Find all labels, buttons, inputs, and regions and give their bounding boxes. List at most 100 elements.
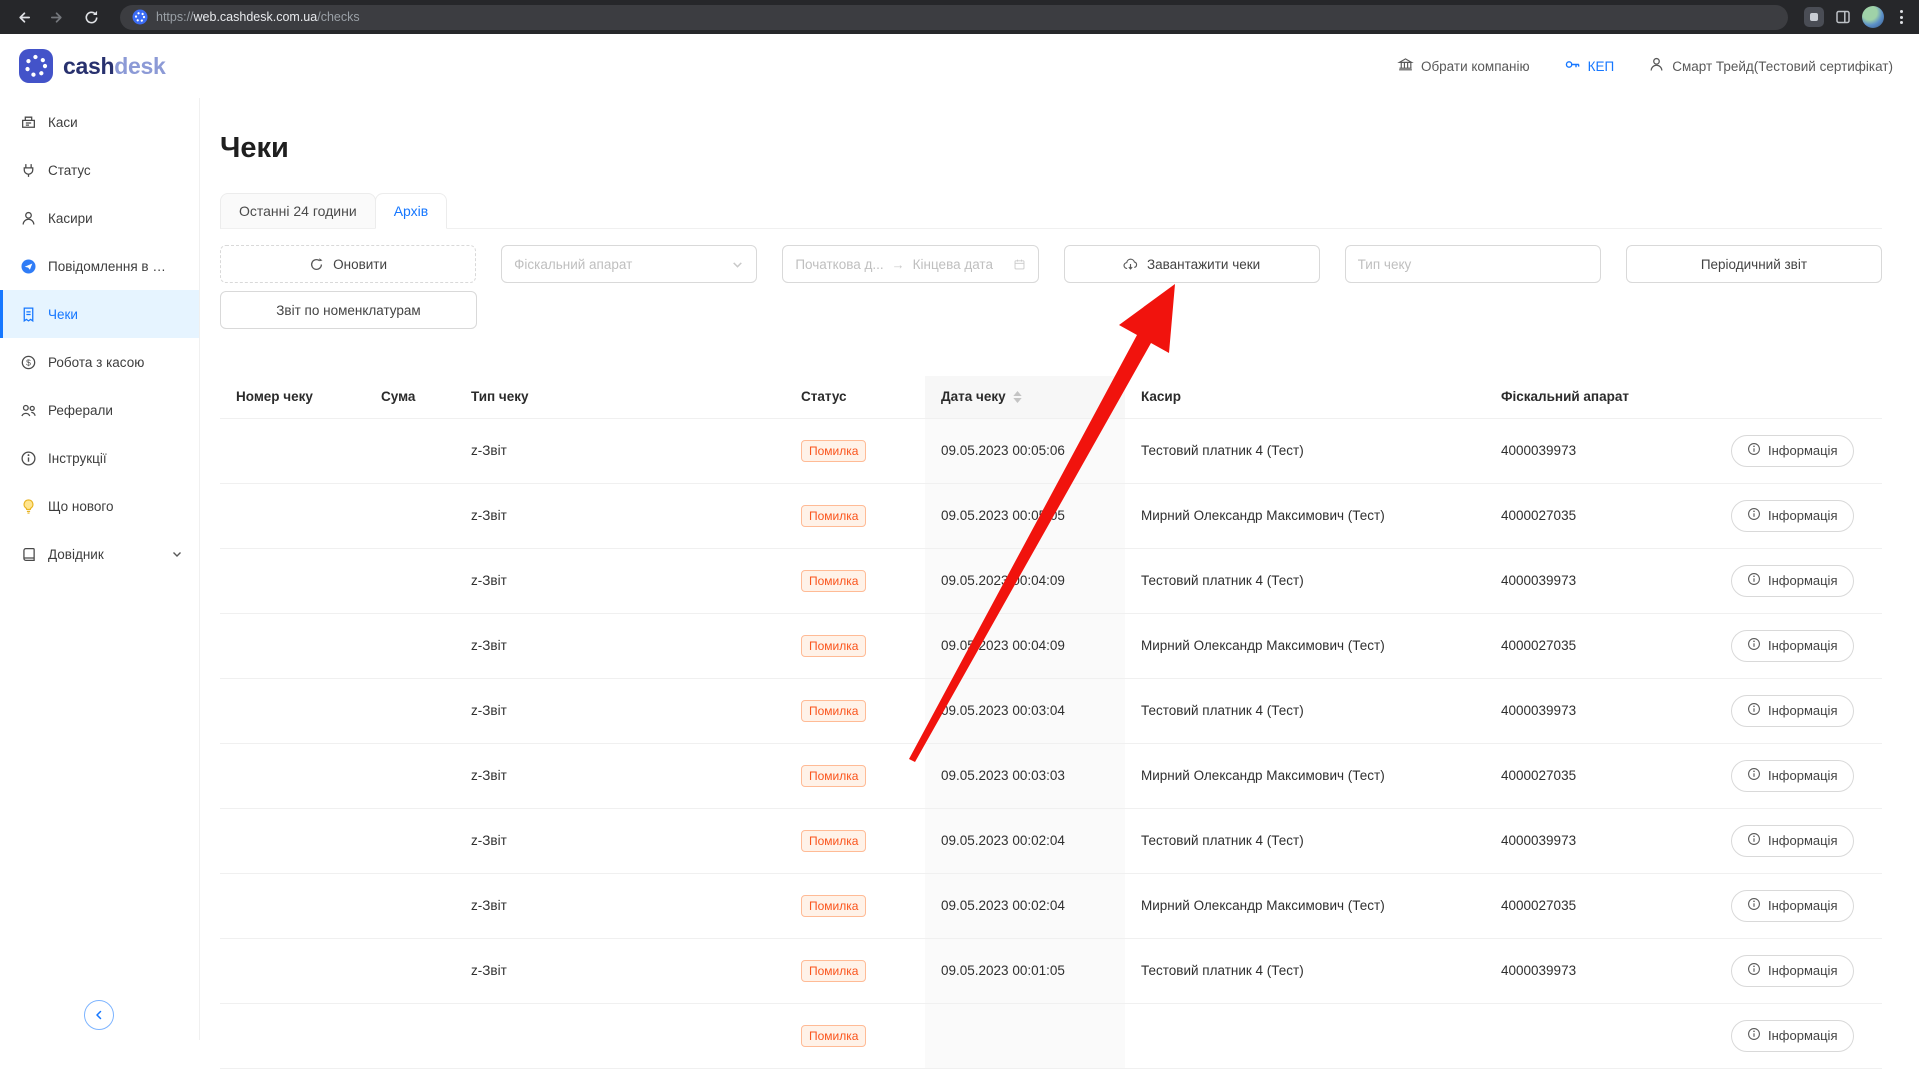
extension-icon[interactable] — [1804, 7, 1824, 27]
tab-0[interactable]: Останні 24 години — [220, 193, 376, 229]
info-button[interactable]: Інформація — [1731, 1020, 1854, 1052]
sidebar-collapse-button[interactable] — [84, 1000, 114, 1030]
cell-check-number — [220, 613, 365, 678]
url-bar[interactable]: https://web.cashdesk.com.ua/checks — [120, 5, 1788, 30]
info-icon — [1747, 442, 1761, 459]
reload-button[interactable] — [78, 4, 104, 30]
sidebar-item-4[interactable]: Чеки — [0, 290, 199, 338]
sidebar-item-6[interactable]: Реферали — [0, 386, 199, 434]
sidebar-item-8[interactable]: Що нового — [0, 482, 199, 530]
table-row: z-ЗвітПомилка09.05.2023 00:03:04Тестовий… — [220, 678, 1882, 743]
cell-sum — [365, 808, 455, 873]
cell-check-type: z-Звіт — [455, 418, 785, 483]
info-button[interactable]: Інформація — [1731, 565, 1854, 597]
cell-date: 09.05.2023 00:03:03 — [925, 743, 1125, 808]
kep-label: КЕП — [1588, 59, 1615, 74]
info-button[interactable]: Інформація — [1731, 825, 1854, 857]
cell-date: 09.05.2023 00:05:05 — [925, 483, 1125, 548]
back-button[interactable] — [10, 4, 36, 30]
periodic-report-button[interactable]: Періодичний звіт — [1626, 245, 1882, 283]
cashdesk-logo-icon — [18, 48, 54, 84]
chevron-down-icon — [731, 258, 744, 271]
user-menu[interactable]: Смарт Трейд(Тестовий сертифікат) — [1648, 56, 1893, 76]
tab-1[interactable]: Архів — [375, 193, 448, 229]
info-icon — [1747, 572, 1761, 589]
cell-fiscal-device: 4000039973 — [1485, 808, 1715, 873]
cell-actions: Інформація — [1715, 808, 1882, 873]
cell-check-number — [220, 873, 365, 938]
table-row: z-ЗвітПомилка09.05.2023 00:02:04Мирний О… — [220, 873, 1882, 938]
cell-actions: Інформація — [1715, 418, 1882, 483]
status-badge: Помилка — [801, 1025, 866, 1047]
cell-status: Помилка — [785, 743, 925, 808]
whats-new-icon — [20, 498, 37, 515]
sidebar-item-label: Статус — [48, 163, 91, 178]
table-row: z-ЗвітПомилка09.05.2023 00:04:09Мирний О… — [220, 613, 1882, 678]
cell-cashier: Тестовий платник 4 (Тест) — [1125, 418, 1485, 483]
cell-actions: Інформація — [1715, 613, 1882, 678]
forward-button[interactable] — [44, 4, 70, 30]
cell-sum — [365, 743, 455, 808]
refresh-button[interactable]: Оновити — [220, 245, 476, 283]
info-button-label: Інформація — [1768, 768, 1838, 783]
sidebar-item-7[interactable]: Інструкції — [0, 434, 199, 482]
cell-check-number — [220, 938, 365, 1003]
nomenclature-report-button[interactable]: Звіт по номенклатурам — [220, 291, 477, 329]
cell-status: Помилка — [785, 678, 925, 743]
sidebar-item-1[interactable]: Статус — [0, 146, 199, 194]
cell-status: Помилка — [785, 613, 925, 678]
info-button[interactable]: Інформація — [1731, 890, 1854, 922]
info-button[interactable]: Інформація — [1731, 435, 1854, 467]
info-button[interactable]: Інформація — [1731, 630, 1854, 662]
cell-fiscal-device: 4000039973 — [1485, 938, 1715, 1003]
sidebar-item-5[interactable]: $Робота з касою — [0, 338, 199, 386]
cell-sum — [365, 483, 455, 548]
sidebar-item-0[interactable]: Каси — [0, 98, 199, 146]
info-button[interactable]: Інформація — [1731, 760, 1854, 792]
browser-menu-icon[interactable] — [1894, 6, 1909, 28]
cell-date: 09.05.2023 00:04:09 — [925, 613, 1125, 678]
status-badge: Помилка — [801, 505, 866, 527]
info-icon — [1747, 767, 1761, 784]
cell-date: 09.05.2023 00:05:06 — [925, 418, 1125, 483]
column-header-6: Фіскальний апарат — [1485, 376, 1715, 418]
info-icon — [1747, 702, 1761, 719]
cell-fiscal-device: 4000039973 — [1485, 548, 1715, 613]
sidebar-item-label: Каси — [48, 115, 78, 130]
sidebar-item-3[interactable]: Повідомлення в Д... — [0, 242, 199, 290]
fiscal-device-select[interactable]: Фіскальний апарат — [501, 245, 757, 283]
browser-profile-avatar[interactable] — [1862, 6, 1884, 28]
user-name-label: Смарт Трейд(Тестовий сертифікат) — [1672, 59, 1893, 74]
sidebar-item-9[interactable]: Довідник — [0, 530, 199, 578]
column-header-1: Сума — [365, 376, 455, 418]
cell-check-type: z-Звіт — [455, 808, 785, 873]
sidebar-item-label: Повідомлення в Д... — [48, 259, 166, 274]
cell-actions: Інформація — [1715, 743, 1882, 808]
date-range-picker[interactable]: Початкова д... → Кінцева дата — [782, 245, 1038, 283]
cash-register-icon — [20, 114, 37, 131]
info-icon — [1747, 1027, 1761, 1044]
sidebar-item-2[interactable]: Касири — [0, 194, 199, 242]
sort-icons[interactable] — [1013, 391, 1022, 403]
info-button[interactable]: Інформація — [1731, 695, 1854, 727]
status-badge: Помилка — [801, 830, 866, 852]
info-button-label: Інформація — [1768, 443, 1838, 458]
cell-check-number — [220, 808, 365, 873]
info-button[interactable]: Інформація — [1731, 500, 1854, 532]
check-type-input[interactable] — [1345, 245, 1601, 283]
cashdesk-logo[interactable]: cashdesk — [18, 48, 165, 84]
column-header-4[interactable]: Дата чеку — [925, 376, 1125, 418]
chevron-down-icon — [171, 548, 183, 560]
table-row: z-ЗвітПомилка09.05.2023 00:04:09Тестовий… — [220, 548, 1882, 613]
status-badge: Помилка — [801, 440, 866, 462]
cell-actions: Інформація — [1715, 1003, 1882, 1068]
url-text: https://web.cashdesk.com.ua/checks — [156, 10, 360, 24]
download-checks-button[interactable]: Завантажити чеки — [1064, 245, 1320, 283]
info-button[interactable]: Інформація — [1731, 955, 1854, 987]
fiscal-device-placeholder: Фіскальний апарат — [514, 257, 723, 272]
cell-status: Помилка — [785, 1003, 925, 1068]
range-arrow-icon: → — [892, 257, 905, 272]
side-panel-icon[interactable] — [1834, 8, 1852, 26]
kep-button[interactable]: КЕП — [1564, 56, 1615, 76]
choose-company-button[interactable]: Обрати компанію — [1397, 56, 1530, 76]
